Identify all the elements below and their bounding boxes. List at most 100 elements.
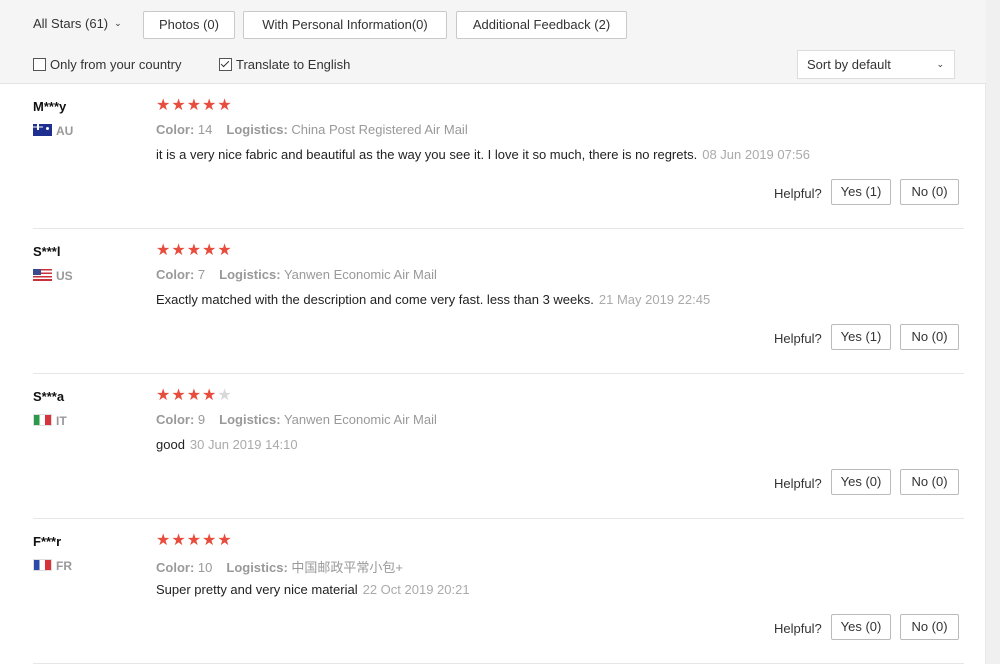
feedback-filter-bar: All Stars (61) ⌄ Photos (0) With Personal… (0, 0, 986, 84)
logistics-value: Yanwen Economic Air Mail (283, 412, 437, 427)
additional-feedback-filter-button[interactable]: Additional Feedback (2) (456, 11, 627, 39)
color-value: 9 (197, 412, 206, 427)
reviewer-country: AU (33, 124, 73, 138)
star-rating: ★★★★★ (156, 532, 233, 550)
star-filled-icon: ★ (186, 97, 203, 114)
all-stars-dropdown[interactable]: All Stars (61) ⌄ (33, 16, 122, 31)
translate-label: Translate to English (236, 57, 351, 72)
star-filled-icon: ★ (171, 97, 187, 114)
sort-select-value: Sort by default (807, 57, 891, 72)
country-code: FR (56, 559, 72, 573)
logistics-label: Logistics: (226, 122, 288, 137)
star-filled-icon: ★ (156, 532, 172, 549)
helpful-no-button[interactable]: No (0) (900, 469, 959, 495)
translate-checkbox[interactable]: Translate to English (219, 57, 350, 72)
helpful-no-button[interactable]: No (0) (900, 179, 959, 205)
star-empty-icon: ★ (217, 387, 233, 404)
review-meta: Color: 14 Logistics: China Post Registere… (156, 122, 468, 137)
star-filled-icon: ★ (171, 387, 187, 404)
star-filled-icon: ★ (156, 97, 172, 114)
review-text-row: good 30 Jun 2019 14:10 (156, 437, 298, 452)
review-date: 22 Oct 2019 20:21 (362, 582, 470, 597)
sort-select[interactable]: Sort by default ⌄ (797, 50, 955, 79)
color-value: 14 (197, 122, 213, 137)
review-text: Exactly matched with the description and… (156, 292, 594, 307)
helpful-no-button[interactable]: No (0) (900, 324, 959, 350)
review-text-row: Super pretty and very nice material 22 Oc… (156, 582, 470, 597)
review-text: Super pretty and very nice material (156, 582, 358, 597)
star-filled-icon: ★ (217, 242, 233, 259)
reviewer-name: M***y (33, 99, 67, 114)
chevron-down-icon: ⌄ (114, 18, 122, 28)
star-filled-icon: ★ (186, 387, 203, 404)
color-label: Color: (156, 560, 195, 575)
personal-info-filter-button[interactable]: With Personal Information(0) (243, 11, 447, 39)
color-label: Color: (156, 267, 195, 282)
star-filled-icon: ★ (171, 532, 187, 549)
reviewer-country: IT (33, 414, 67, 428)
logistics-value: China Post Registered Air Mail (291, 122, 468, 137)
helpful-label: Helpful? (774, 331, 822, 346)
color-label: Color: (156, 412, 195, 427)
review-item: S***a IT ★★★★★ Color: 9 Logistics: Yanwen… (0, 374, 986, 519)
review-text: good (156, 437, 185, 452)
country-code: US (56, 269, 73, 283)
reviewer-name: F***r (33, 534, 62, 549)
star-rating: ★★★★★ (156, 387, 233, 405)
star-filled-icon: ★ (202, 97, 218, 114)
only-country-label: Only from your country (50, 57, 182, 72)
country-code: IT (56, 414, 67, 428)
review-item: S***l US ★★★★★ Color: 7 Logistics: Yanwen… (0, 229, 986, 374)
helpful-yes-button[interactable]: Yes (1) (831, 324, 891, 350)
review-list: M***y AU ★★★★★ Color: 14 Logistics: China… (0, 84, 986, 664)
helpful-yes-button[interactable]: Yes (0) (831, 469, 891, 495)
star-rating: ★★★★★ (156, 242, 233, 260)
helpful-label: Helpful? (774, 476, 822, 491)
review-date: 21 May 2019 22:45 (598, 292, 711, 307)
helpful-no-button[interactable]: No (0) (900, 614, 959, 640)
helpful-label: Helpful? (774, 186, 822, 201)
star-filled-icon: ★ (217, 97, 233, 114)
review-meta: Color: 9 Logistics: Yanwen Economic Air M… (156, 412, 437, 427)
flag-it-icon (33, 414, 52, 426)
star-rating: ★★★★★ (156, 97, 233, 115)
review-meta: Color: 10 Logistics: 中国邮政平常小包+ (156, 557, 403, 576)
reviewer-name: S***a (33, 389, 65, 404)
review-text-row: Exactly matched with the description and… (156, 292, 710, 307)
checkbox-checked-icon (219, 58, 232, 71)
helpful-yes-button[interactable]: Yes (0) (831, 614, 891, 640)
review-meta: Color: 7 Logistics: Yanwen Economic Air M… (156, 267, 437, 282)
logistics-label: Logistics: (219, 412, 281, 427)
color-value: 10 (197, 560, 213, 575)
flag-us-icon (33, 269, 52, 281)
star-filled-icon: ★ (217, 532, 233, 549)
page-scroll-edge (985, 0, 1000, 664)
checkbox-empty-icon (33, 58, 46, 71)
filter-row: All Stars (61) ⌄ Photos (0) With Personal… (0, 10, 986, 40)
reviewer-name: S***l (33, 244, 61, 259)
helpful-yes-button[interactable]: Yes (1) (831, 179, 891, 205)
photos-filter-button[interactable]: Photos (0) (143, 11, 235, 39)
star-filled-icon: ★ (186, 242, 203, 259)
chevron-down-icon: ⌄ (936, 59, 944, 69)
review-item: M***y AU ★★★★★ Color: 14 Logistics: China… (0, 84, 986, 229)
review-text: it is a very nice fabric and beautiful a… (156, 147, 698, 162)
logistics-value: Yanwen Economic Air Mail (283, 267, 437, 282)
review-item: F***r FR ★★★★★ Color: 10 Logistics: 中国邮政平… (0, 519, 986, 664)
star-filled-icon: ★ (186, 532, 203, 549)
star-filled-icon: ★ (202, 532, 218, 549)
star-filled-icon: ★ (156, 242, 172, 259)
color-label: Color: (156, 122, 195, 137)
star-filled-icon: ★ (202, 387, 218, 404)
star-filled-icon: ★ (156, 387, 172, 404)
logistics-label: Logistics: (219, 267, 281, 282)
only-country-checkbox[interactable]: Only from your country (33, 57, 182, 72)
all-stars-label: All Stars (61) (33, 16, 109, 31)
country-code: AU (56, 124, 74, 138)
reviewer-country: US (33, 269, 73, 283)
logistics-label: Logistics: (226, 560, 288, 575)
flag-au-icon (33, 124, 52, 136)
review-date: 30 Jun 2019 14:10 (189, 437, 298, 452)
reviewer-country: FR (33, 559, 72, 573)
review-date: 08 Jun 2019 07:56 (702, 147, 810, 162)
